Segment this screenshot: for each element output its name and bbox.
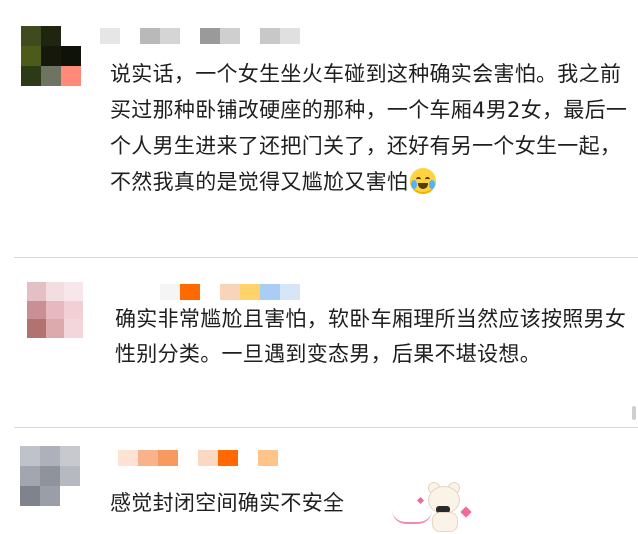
username-pixel: [138, 450, 158, 466]
avatar-pixel: [20, 466, 40, 486]
username-pixel: [180, 28, 200, 44]
username-pixel: [160, 284, 180, 300]
username-pixel: [158, 450, 178, 466]
avatar-pixel: [27, 300, 46, 320]
username-pixel: [198, 450, 218, 466]
avatar-pixel: [45, 319, 65, 338]
username-pixel: [178, 450, 198, 466]
username-pixel: [120, 28, 140, 44]
username-pixel: [140, 28, 160, 44]
avatar-pixel: [60, 466, 80, 486]
comment-text: 确实非常尴尬且害怕，软卧车厢理所当然应该按照男女性别分类。一旦遇到变态男，后果不…: [115, 307, 627, 366]
avatar-pixel: [64, 282, 83, 301]
username-pixel: [260, 284, 280, 300]
avatar-pixel: [20, 486, 40, 506]
username-pixel: [200, 284, 220, 300]
avatar-pixel: [40, 466, 60, 486]
divider: [14, 257, 638, 258]
crying-laughing-emoji-icon: [410, 168, 437, 194]
username-pixel: [238, 450, 258, 466]
avatar[interactable]: [20, 446, 80, 506]
username-pixel: [280, 28, 300, 44]
avatar[interactable]: [27, 282, 83, 338]
avatar-pixel: [45, 282, 65, 301]
username-pixel: [240, 28, 260, 44]
scrollbar[interactable]: [632, 406, 636, 420]
avatar-pixel: [41, 26, 61, 46]
avatar-pixel: [40, 486, 60, 506]
username-blurred[interactable]: [118, 450, 278, 466]
username-pixel: [218, 450, 238, 466]
avatar-pixel: [64, 300, 83, 320]
avatar-pixel: [20, 446, 40, 466]
username-pixel: [258, 450, 278, 466]
avatar-pixel: [21, 46, 41, 66]
avatar-pixel: [64, 319, 83, 338]
username-pixel: [160, 28, 180, 44]
comment-item-1: 说实话，一个女生坐火车碰到这种确实会害怕。我之前买过那种卧铺改硬座的那种，一个车…: [0, 0, 638, 248]
comment-text: 说实话，一个女生坐火车碰到这种确实会害怕。我之前买过那种卧铺改硬座的那种，一个车…: [110, 62, 628, 194]
bear-sticker-icon: [392, 482, 480, 532]
username-blurred[interactable]: [160, 284, 300, 300]
username-pixel: [260, 28, 280, 44]
comment-item-2: 确实非常尴尬且害怕，软卧车厢理所当然应该按照男女性别分类。一旦遇到变态男，后果不…: [0, 262, 638, 422]
avatar-pixel: [61, 66, 81, 86]
username-pixel: [180, 284, 200, 300]
avatar-pixel: [21, 66, 41, 86]
avatar-pixel: [45, 300, 65, 320]
avatar-pixel: [61, 46, 81, 66]
username-blurred[interactable]: [100, 28, 300, 44]
avatar-pixel: [40, 446, 60, 466]
comment-text: 感觉封闭空间确实不安全: [110, 491, 345, 515]
username-pixel: [220, 28, 240, 44]
avatar-pixel: [41, 66, 61, 86]
username-pixel: [240, 284, 260, 300]
comment-item-3: 感觉封闭空间确实不安全: [0, 432, 638, 534]
avatar-pixel: [60, 486, 80, 506]
avatar[interactable]: [21, 26, 81, 86]
username-pixel: [280, 284, 300, 300]
avatar-pixel: [61, 26, 81, 46]
username-pixel: [100, 28, 120, 44]
avatar-pixel: [41, 46, 61, 66]
avatar-pixel: [60, 446, 80, 466]
avatar-pixel: [27, 319, 46, 338]
username-pixel: [200, 28, 220, 44]
username-pixel: [118, 450, 138, 466]
username-pixel: [220, 284, 240, 300]
divider: [14, 427, 638, 428]
avatar-pixel: [21, 26, 41, 46]
avatar-pixel: [27, 282, 46, 301]
